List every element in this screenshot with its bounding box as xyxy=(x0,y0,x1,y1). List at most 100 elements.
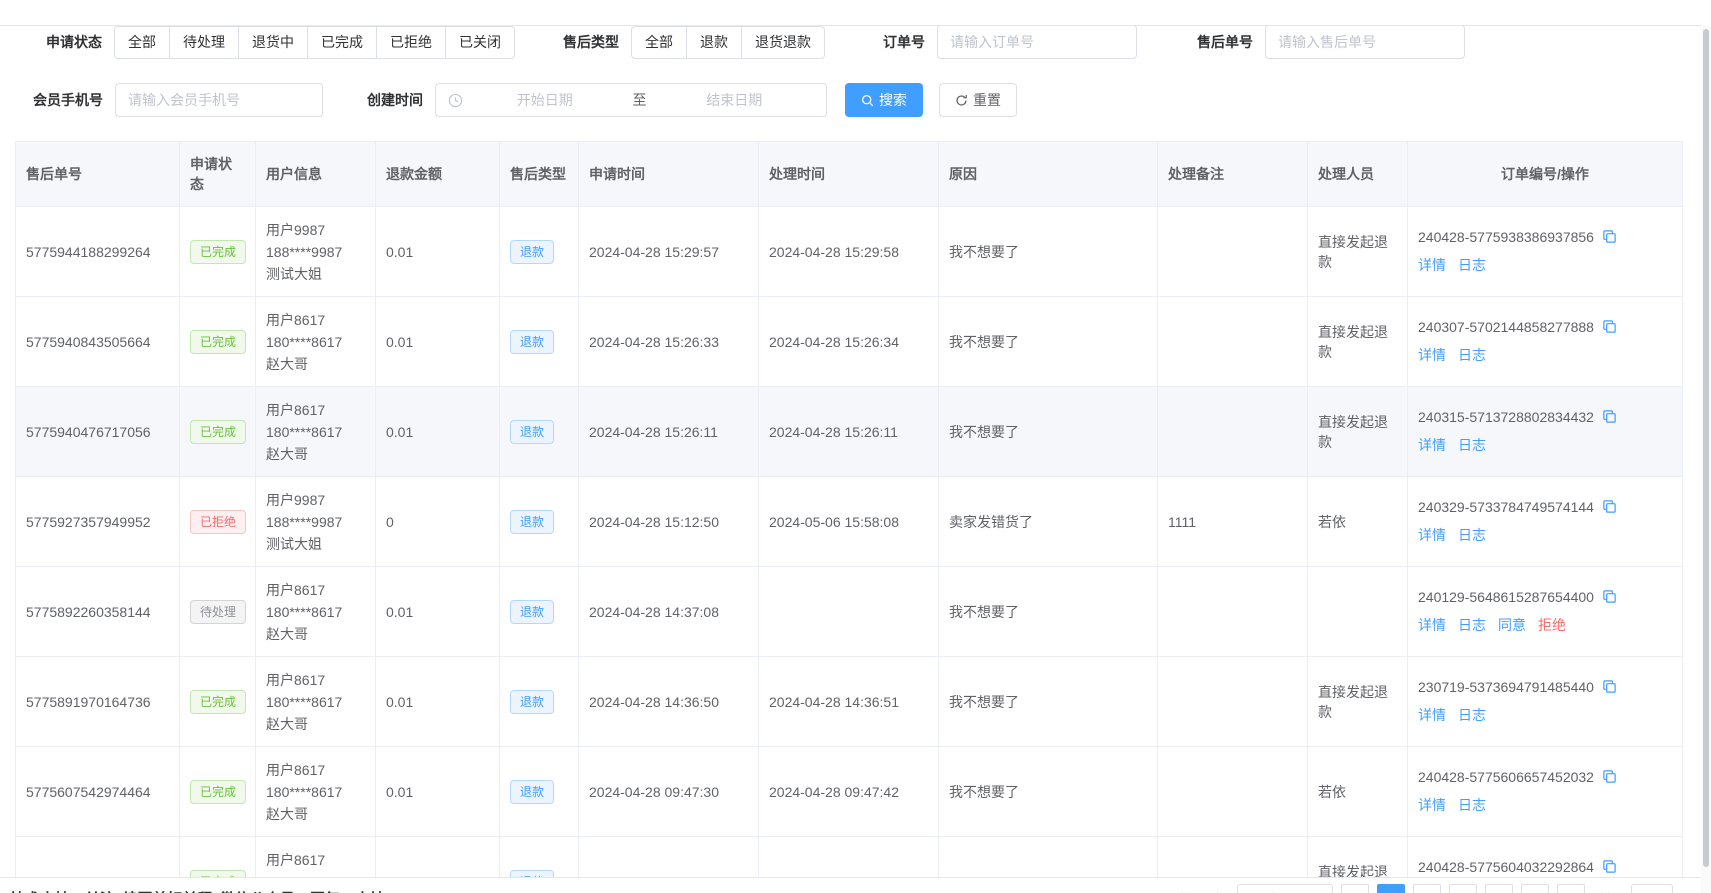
type-badge: 退款 xyxy=(510,600,554,624)
cell-handle-time: 2024-05-06 15:58:08 xyxy=(759,477,939,567)
aftersale-type-group-option[interactable]: 退货退款 xyxy=(742,26,825,59)
copy-icon[interactable] xyxy=(1602,859,1617,874)
end-date-placeholder[interactable]: 结束日期 xyxy=(653,90,817,110)
copy-icon[interactable] xyxy=(1602,679,1617,694)
user-info-line: 用户8617 xyxy=(266,759,365,781)
action-detail[interactable]: 详情 xyxy=(1418,615,1446,635)
cell-aftersale-no: 5775944188299264 xyxy=(16,207,180,297)
aftersale-no-value: 5775940476717056 xyxy=(26,424,151,440)
cell-handle-time xyxy=(759,567,939,657)
column-header: 退款金额 xyxy=(376,142,500,207)
aftersale-type-group-option[interactable]: 全部 xyxy=(631,26,687,59)
scrollbar-thumb[interactable] xyxy=(1703,29,1709,867)
cell-handler: 直接发起退款 xyxy=(1308,297,1408,387)
cell-handle-time: 2024-04-28 15:26:34 xyxy=(759,297,939,387)
page-button-2[interactable]: 2 xyxy=(1413,884,1441,893)
apply-time-value: 2024-04-28 15:26:11 xyxy=(589,424,718,440)
cell-refund-amount: 0.01 xyxy=(376,567,500,657)
action-detail[interactable]: 详情 xyxy=(1418,525,1446,545)
copy-icon[interactable] xyxy=(1602,499,1617,514)
apply-status-group-option[interactable]: 已拒绝 xyxy=(377,26,446,59)
apply-status-group-option[interactable]: 已关闭 xyxy=(446,26,515,59)
filter-row-1: 申请状态 全部待处理退货中已完成已拒绝已关闭 售后类型 全部退款退货退款 订单号… xyxy=(46,25,1711,59)
apply-status-group-option[interactable]: 待处理 xyxy=(170,26,239,59)
copy-icon[interactable] xyxy=(1602,589,1617,604)
cell-remark xyxy=(1158,207,1308,297)
table-body: 5775944188299264 已完成 用户9987188****9987测试… xyxy=(16,207,1683,893)
cell-handler: 直接发起退款 xyxy=(1308,387,1408,477)
user-info: 用户9987188****9987测试大姐 xyxy=(266,489,365,555)
cell-aftersale-no: 5775607542974464 xyxy=(16,747,180,837)
user-info-line: 用户8617 xyxy=(266,849,365,871)
action-reject[interactable]: 拒绝 xyxy=(1538,615,1566,635)
refund-amount-value: 0.01 xyxy=(386,604,413,620)
copy-icon[interactable] xyxy=(1602,769,1617,784)
aftersale-no-value: 5775892260358144 xyxy=(26,604,151,620)
refund-amount-value: 0 xyxy=(386,514,394,530)
member-phone-input[interactable] xyxy=(115,83,323,117)
action-log[interactable]: 日志 xyxy=(1458,435,1486,455)
action-detail[interactable]: 详情 xyxy=(1418,795,1446,815)
reason-value: 我不想要了 xyxy=(949,424,1019,440)
aftersale-table: 售后单号申请状态用户信息退款金额售后类型申请时间处理时间原因处理备注处理人员订单… xyxy=(15,141,1683,893)
page-size-select[interactable]: 10条/页 xyxy=(1237,884,1333,893)
copy-icon[interactable] xyxy=(1602,319,1617,334)
apply-status-group-option[interactable]: 退货中 xyxy=(239,26,308,59)
cell-apply-time: 2024-04-28 15:26:11 xyxy=(579,387,759,477)
apply-status-group-option[interactable]: 已完成 xyxy=(308,26,377,59)
cell-handler xyxy=(1308,567,1408,657)
aftersale-type-group-option[interactable]: 退款 xyxy=(687,26,742,59)
copy-icon[interactable] xyxy=(1602,229,1617,244)
prev-page-button[interactable] xyxy=(1341,884,1369,893)
page-button-3[interactable]: 3 xyxy=(1449,884,1477,893)
user-info-line: 用户8617 xyxy=(266,669,365,691)
aftersale-no-value: 5775607542974464 xyxy=(26,784,151,800)
user-info-line: 赵大哥 xyxy=(266,803,365,825)
page-button-1[interactable]: 1 xyxy=(1377,884,1405,893)
action-detail[interactable]: 详情 xyxy=(1418,705,1446,725)
search-button[interactable]: 搜索 xyxy=(845,83,923,117)
action-log[interactable]: 日志 xyxy=(1458,615,1486,635)
user-info-line: 188****9987 xyxy=(266,511,365,533)
apply-status-group-option[interactable]: 全部 xyxy=(114,26,170,59)
cell-aftersale-no: 5775891970164736 xyxy=(16,657,180,747)
order-no-value: 240307-5702144858277888 xyxy=(1418,319,1594,335)
cell-apply-time: 2024-04-28 14:37:08 xyxy=(579,567,759,657)
order-no-input[interactable] xyxy=(937,25,1137,59)
column-header: 订单编号/操作 xyxy=(1408,142,1683,207)
action-detail[interactable]: 详情 xyxy=(1418,435,1446,455)
action-log[interactable]: 日志 xyxy=(1458,345,1486,365)
action-log[interactable]: 日志 xyxy=(1458,795,1486,815)
next-page-button[interactable] xyxy=(1557,884,1585,893)
action-log[interactable]: 日志 xyxy=(1458,255,1486,275)
action-log[interactable]: 日志 xyxy=(1458,705,1486,725)
action-log[interactable]: 日志 xyxy=(1458,525,1486,545)
cell-apply-status: 已完成 xyxy=(180,747,256,837)
reset-button[interactable]: 重置 xyxy=(939,83,1017,117)
handle-time-value: 2024-04-28 15:29:58 xyxy=(769,244,899,260)
cell-handle-time: 2024-04-28 14:36:51 xyxy=(759,657,939,747)
copy-icon[interactable] xyxy=(1602,409,1617,424)
user-info-line: 赵大哥 xyxy=(266,623,365,645)
user-info-line: 180****8617 xyxy=(266,421,365,443)
apply-time-value: 2024-04-28 15:12:50 xyxy=(589,514,719,530)
type-badge: 退款 xyxy=(510,420,554,444)
action-detail[interactable]: 详情 xyxy=(1418,345,1446,365)
status-badge: 已拒绝 xyxy=(190,510,246,534)
page-button-4[interactable]: 4 xyxy=(1485,884,1513,893)
footer-bar: 技术支持：关注“编写美好前程”微信公众号，回复：支持 共 41 条 10条/页 … xyxy=(0,877,1711,893)
cell-reason: 我不想要了 xyxy=(939,567,1158,657)
aftersale-no-input[interactable] xyxy=(1265,25,1465,59)
type-badge: 退款 xyxy=(510,510,554,534)
create-time-range-picker[interactable]: 开始日期 至 结束日期 xyxy=(435,83,827,117)
action-detail[interactable]: 详情 xyxy=(1418,255,1446,275)
cell-user-info: 用户9987188****9987测试大姐 xyxy=(256,207,376,297)
goto-page-input[interactable] xyxy=(1631,884,1673,893)
refund-amount-value: 0.01 xyxy=(386,784,413,800)
action-approve[interactable]: 同意 xyxy=(1498,615,1526,635)
user-info-line: 用户9987 xyxy=(266,219,365,241)
cell-remark xyxy=(1158,297,1308,387)
page-button-5[interactable]: 5 xyxy=(1521,884,1549,893)
start-date-placeholder[interactable]: 开始日期 xyxy=(463,90,627,110)
cell-remark: 1111 xyxy=(1158,477,1308,567)
